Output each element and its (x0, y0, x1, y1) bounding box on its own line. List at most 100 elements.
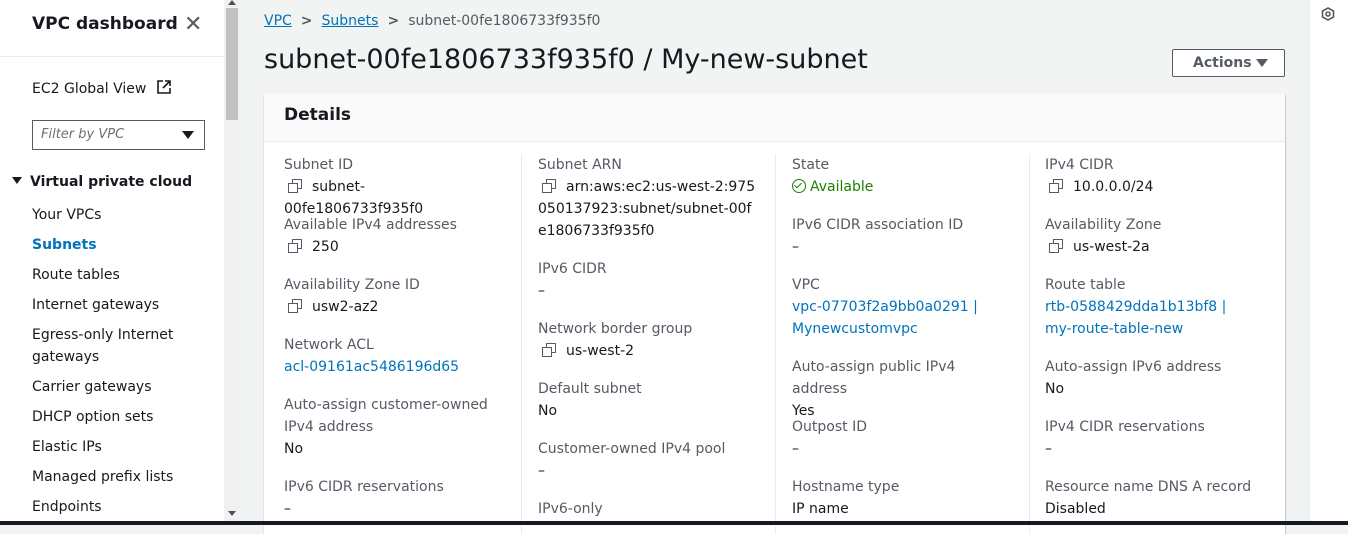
subnet-arn-value: arn:aws:ec2:us-west-2:975050137923:subne… (538, 179, 756, 239)
field-label: Outpost ID (792, 419, 867, 435)
vpc-link[interactable]: vpc-07703f2a9bb0a0291 | Mynewcustomvpc (792, 296, 982, 340)
details-header: Details (264, 94, 1285, 142)
scroll-down-icon[interactable] (228, 511, 236, 516)
sidebar-item-ec2-global-view[interactable]: EC2 Global View (32, 80, 171, 98)
close-icon[interactable]: ✕ (184, 13, 202, 37)
field-label: Auto-assign customer-owned IPv4 address (284, 397, 488, 435)
subnet-id-field: Subnet ID subnet-00fe1806733f935f0 (284, 154, 504, 220)
external-link-icon (156, 80, 171, 98)
sidebar-scrollbar-thumb[interactable] (226, 8, 238, 120)
field-value: No (1045, 381, 1065, 397)
field-label: Hostname type (792, 479, 900, 495)
copy-icon[interactable] (1049, 239, 1063, 253)
sidebar-item-internet-gateways[interactable]: Internet gateways (32, 294, 207, 316)
column-divider (775, 154, 776, 534)
dns-a-record-field: Resource name DNS A record Disabled (1045, 476, 1265, 520)
copy-icon[interactable] (542, 179, 556, 193)
field-label: State (792, 157, 830, 173)
ipv4-cidr-reservations-field: IPv4 CIDR reservations – (1045, 416, 1265, 460)
sidebar-title: VPC dashboard (32, 14, 178, 34)
caret-down-icon (182, 131, 194, 139)
page-title: subnet-00fe1806733f935f0 / My-new-subnet (264, 44, 868, 75)
field-label: Subnet ID (284, 157, 353, 173)
field-label: Resource name DNS A record (1045, 479, 1252, 495)
outpost-id-field: Outpost ID – (792, 416, 1012, 460)
copy-icon[interactable] (288, 239, 302, 253)
auto-assign-customer-ipv4-field: Auto-assign customer-owned IPv4 address … (284, 394, 504, 460)
field-label: IPv4 CIDR (1045, 157, 1114, 173)
field-value: – (1045, 441, 1052, 457)
sidebar-item-managed-prefix-lists[interactable]: Managed prefix lists (32, 466, 207, 488)
field-value: – (538, 283, 545, 299)
copy-icon[interactable] (288, 179, 302, 193)
copy-icon[interactable] (542, 343, 556, 357)
state-value: Available (810, 179, 874, 195)
field-label: Default subnet (538, 381, 642, 397)
field-value: us-west-2 (538, 340, 758, 362)
available-ipv4-field: Available IPv4 addresses 250 (284, 214, 504, 258)
ipv6-only-field: IPv6-only (538, 498, 758, 520)
actions-button[interactable]: Actions (1172, 49, 1285, 77)
sidebar-item-endpoints[interactable]: Endpoints (32, 496, 207, 518)
az-id-field: Availability Zone ID usw2-az2 (284, 274, 504, 318)
field-label: Auto-assign public IPv4 address (792, 359, 956, 397)
section-label: Virtual private cloud (30, 174, 193, 190)
sidebar-item-route-tables[interactable]: Route tables (32, 264, 207, 286)
sidebar-section-vpc[interactable]: Virtual private cloud (12, 174, 192, 190)
subnet-arn-field: Subnet ARN arn:aws:ec2:us-west-2:9750501… (538, 154, 758, 242)
field-value: Disabled (1045, 501, 1106, 517)
auto-assign-ipv6-field: Auto-assign IPv6 address No (1045, 356, 1265, 400)
breadcrumb-subnets[interactable]: Subnets (322, 13, 379, 29)
right-rail (1309, 0, 1348, 525)
field-label: Network ACL (284, 337, 374, 353)
ipv6-cidr-association-field: IPv6 CIDR association ID – (792, 214, 1012, 258)
hostname-type-field: Hostname type IP name (792, 476, 1012, 520)
caret-down-icon (12, 177, 22, 184)
sidebar-nav: Your VPCs Subnets Route tables Internet … (32, 204, 207, 526)
sidebar-item-elastic-ips[interactable]: Elastic IPs (32, 436, 207, 458)
sidebar-item-carrier-gateways[interactable]: Carrier gateways (32, 376, 207, 398)
field-label: Available IPv4 addresses (284, 217, 457, 233)
field-value: No (284, 441, 304, 457)
field-value: – (284, 501, 291, 517)
route-table-field: Route table rtb-0588429dda1b13bf8 | my-r… (1045, 274, 1250, 340)
sidebar-item-subnets[interactable]: Subnets (32, 234, 207, 256)
field-label: IPv6 CIDR (538, 261, 607, 277)
field-value: – (792, 441, 799, 457)
copy-icon[interactable] (1049, 179, 1063, 193)
field-label: IPv4 CIDR reservations (1045, 419, 1205, 435)
info-panel-icon[interactable] (1321, 6, 1335, 21)
field-label: IPv6-only (538, 501, 603, 517)
breadcrumb-vpc[interactable]: VPC (264, 13, 292, 29)
ipv4-cidr-value: 10.0.0.0/24 (1073, 179, 1154, 195)
availability-zone-value: us-west-2a (1073, 239, 1150, 255)
network-acl-link[interactable]: acl-09161ac5486196d65 (284, 356, 504, 378)
az-id-value: usw2-az2 (312, 299, 379, 315)
field-value: 10.0.0.0/24 (1045, 176, 1265, 198)
sidebar-item-egress-only-gateways[interactable]: Egress-only Internet gateways (32, 324, 207, 368)
field-label: Availability Zone (1045, 217, 1162, 233)
route-table-link[interactable]: rtb-0588429dda1b13bf8 | my-route-table-n… (1045, 296, 1250, 340)
state-field: State Available (792, 154, 1012, 198)
sidebar-item-your-vpcs[interactable]: Your VPCs (32, 204, 207, 226)
details-heading: Details (284, 105, 352, 125)
breadcrumb-current: subnet-00fe1806733f935f0 (408, 13, 601, 29)
field-label: Customer-owned IPv4 pool (538, 441, 726, 457)
vpc-filter-select[interactable]: Filter by VPC (32, 120, 205, 150)
available-ipv4-value: 250 (312, 239, 339, 255)
field-label: Subnet ARN (538, 157, 622, 173)
scroll-up-icon[interactable] (228, 0, 236, 5)
field-label: Auto-assign IPv6 address (1045, 359, 1222, 375)
field-value: – (538, 463, 545, 479)
field-value: 250 (284, 236, 504, 258)
subnet-id-value: subnet-00fe1806733f935f0 (284, 179, 424, 217)
vpc-field: VPC vpc-07703f2a9bb0a0291 | Mynewcustomv… (792, 274, 982, 340)
check-circle-icon (792, 179, 806, 193)
sidebar-item-dhcp-option-sets[interactable]: DHCP option sets (32, 406, 207, 428)
column-divider (521, 154, 522, 534)
global-view-label: EC2 Global View (32, 81, 147, 97)
copy-icon[interactable] (288, 299, 302, 313)
field-label: Availability Zone ID (284, 277, 420, 293)
field-value: IP name (792, 501, 849, 517)
field-value: Available (792, 176, 1012, 198)
